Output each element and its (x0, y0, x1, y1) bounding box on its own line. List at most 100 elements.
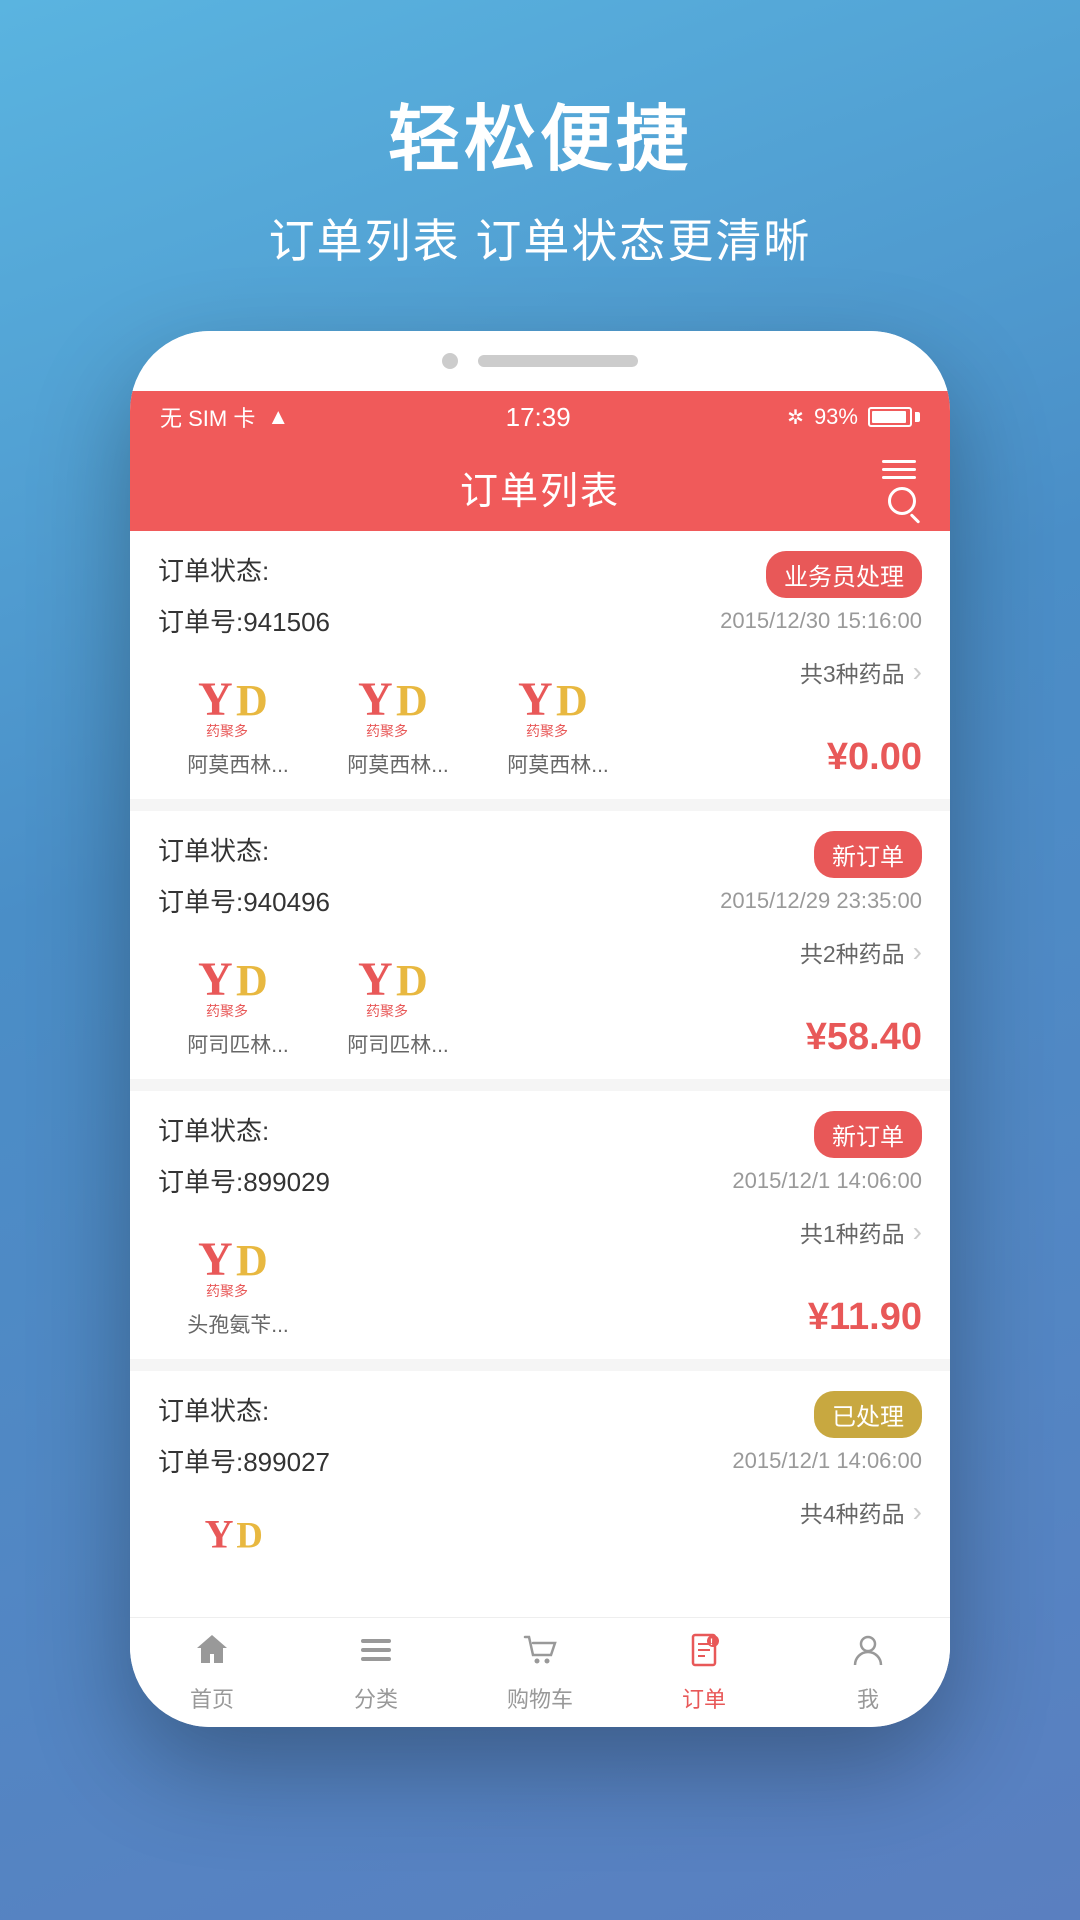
order-products-2: Y D 药聚多 阿司匹林... Y D 药聚多 (158, 935, 922, 1059)
product-count-2: 共2种药品 › (800, 935, 922, 969)
status-bar: 无 SIM 卡 ▲ 17:39 ✲ 93% (130, 391, 950, 443)
svg-text:Y: Y (358, 953, 393, 1006)
battery-bar (868, 407, 912, 427)
svg-text:D: D (556, 676, 588, 725)
order-right-1: 共3种药品 › ¥0.00 (702, 655, 922, 779)
status-badge-4: 已处理 (814, 1391, 922, 1438)
product-logo-1-2: Y D 药聚多 (338, 655, 458, 745)
search-handle-icon (910, 513, 921, 524)
chevron-right-icon-4: › (913, 1498, 922, 1526)
product-name-2-1: 阿司匹林... (187, 1029, 289, 1059)
search-circle-icon (888, 487, 916, 515)
nav-search-button[interactable] (876, 454, 922, 521)
order-status-label-1: 订单状态: (158, 551, 269, 588)
home-icon (193, 1631, 231, 1676)
battery-tip (915, 412, 920, 422)
category-icon (357, 1631, 395, 1676)
order-status-label-4: 订单状态: (158, 1391, 269, 1428)
order-header-1: 订单状态: 业务员处理 (158, 551, 922, 598)
svg-text:D: D (236, 1515, 262, 1556)
battery-percent: 93% (814, 404, 858, 430)
order-date-4: 2015/12/1 14:06:00 (732, 1448, 922, 1474)
status-badge-1: 业务员处理 (766, 551, 922, 598)
product-logo-3-1: Y D 药聚多 (178, 1215, 298, 1305)
nav-label-order: 订单 (682, 1682, 726, 1714)
order-number-row-4: 订单号:899027 2015/12/1 14:06:00 (158, 1442, 922, 1479)
bluetooth-icon: ✲ (787, 405, 804, 430)
product-name-1-2: 阿莫西林... (347, 749, 449, 779)
order-number-2: 订单号:940496 (158, 882, 330, 919)
svg-text:药聚多: 药聚多 (366, 1003, 408, 1019)
svg-text:药聚多: 药聚多 (366, 723, 408, 739)
svg-text:D: D (396, 956, 428, 1005)
order-icon: ! (685, 1631, 723, 1676)
nav-item-profile[interactable]: 我 (786, 1631, 950, 1714)
order-products-1: Y D 药聚多 阿莫西林... Y D 药聚多 (158, 655, 922, 779)
order-card-3[interactable]: 订单状态: 新订单 订单号:899029 2015/12/1 14:06:00 … (130, 1091, 950, 1359)
order-number-4: 订单号:899027 (158, 1442, 330, 1479)
nav-item-order[interactable]: ! 订单 (622, 1631, 786, 1714)
product-item-1-3: Y D 药聚多 阿莫西林... (478, 655, 638, 779)
order-date-2: 2015/12/29 23:35:00 (720, 888, 922, 914)
phone-speaker (478, 355, 638, 367)
bottom-nav: 首页 分类 购物车 (130, 1617, 950, 1727)
product-count-1: 共3种药品 › (800, 655, 922, 689)
status-badge-3: 新订单 (814, 1111, 922, 1158)
phone-top-bar (130, 331, 950, 391)
product-item-3-1: Y D 药聚多 头孢氨苄... (158, 1215, 318, 1339)
svg-text:Y: Y (198, 953, 233, 1006)
order-status-label-3: 订单状态: (158, 1111, 269, 1148)
order-number-1: 订单号:941506 (158, 602, 330, 639)
order-price-1: ¥0.00 (827, 736, 922, 779)
order-header-3: 订单状态: 新订单 (158, 1111, 922, 1158)
product-item-2-2: Y D 药聚多 阿司匹林... (318, 935, 478, 1059)
svg-text:药聚多: 药聚多 (206, 1283, 248, 1299)
nav-item-category[interactable]: 分类 (294, 1631, 458, 1714)
content-area: 订单状态: 业务员处理 订单号:941506 2015/12/30 15:16:… (130, 531, 950, 1605)
svg-text:Y: Y (198, 673, 233, 726)
product-list-3: Y D 药聚多 头孢氨苄... (158, 1215, 702, 1339)
svg-text:Y: Y (358, 673, 393, 726)
order-number-3: 订单号:899029 (158, 1162, 330, 1199)
status-badge-2: 新订单 (814, 831, 922, 878)
nav-label-home: 首页 (190, 1682, 234, 1714)
clock: 17:39 (506, 402, 571, 433)
menu-line-3 (882, 476, 916, 479)
product-name-1-1: 阿莫西林... (187, 749, 289, 779)
nav-item-home[interactable]: 首页 (130, 1631, 294, 1714)
phone-camera (442, 353, 458, 369)
order-header-2: 订单状态: 新订单 (158, 831, 922, 878)
menu-line-1 (882, 460, 916, 463)
order-card-4[interactable]: 订单状态: 已处理 订单号:899027 2015/12/1 14:06:00 … (130, 1371, 950, 1605)
chevron-right-icon-3: › (913, 1218, 922, 1246)
chevron-right-icon-1: › (913, 658, 922, 686)
svg-text:药聚多: 药聚多 (206, 723, 248, 739)
order-price-3: ¥11.90 (808, 1296, 922, 1339)
status-left: 无 SIM 卡 ▲ (160, 401, 289, 433)
order-card-1[interactable]: 订单状态: 业务员处理 订单号:941506 2015/12/30 15:16:… (130, 531, 950, 799)
product-count-3: 共1种药品 › (800, 1215, 922, 1249)
nav-label-category: 分类 (354, 1682, 398, 1714)
order-price-2: ¥58.40 (806, 1016, 922, 1059)
order-right-2: 共2种药品 › ¥58.40 (702, 935, 922, 1059)
nav-item-cart[interactable]: 购物车 (458, 1631, 622, 1714)
product-list-2: Y D 药聚多 阿司匹林... Y D 药聚多 (158, 935, 702, 1059)
svg-text:Y: Y (198, 1233, 233, 1286)
svg-text:药聚多: 药聚多 (206, 1003, 248, 1019)
battery-fill (872, 411, 906, 423)
product-count-4: 共4种药品 › (800, 1495, 922, 1529)
nav-bar: 订单列表 (130, 443, 950, 531)
product-logo-1-3: Y D 药聚多 (498, 655, 618, 745)
order-date-3: 2015/12/1 14:06:00 (732, 1168, 922, 1194)
product-name-3-1: 头孢氨苄... (187, 1309, 289, 1339)
menu-line-2 (882, 468, 916, 471)
svg-text:!: ! (710, 1637, 713, 1647)
product-logo-4-1: Y D (178, 1495, 298, 1575)
wifi-icon: ▲ (267, 404, 289, 430)
svg-text:Y: Y (205, 1512, 234, 1557)
order-right-3: 共1种药品 › ¥11.90 (702, 1215, 922, 1339)
product-logo-1-1: Y D 药聚多 (178, 655, 298, 745)
order-number-row-3: 订单号:899029 2015/12/1 14:06:00 (158, 1162, 922, 1199)
order-card-2[interactable]: 订单状态: 新订单 订单号:940496 2015/12/29 23:35:00… (130, 811, 950, 1079)
order-number-row-1: 订单号:941506 2015/12/30 15:16:00 (158, 602, 922, 639)
